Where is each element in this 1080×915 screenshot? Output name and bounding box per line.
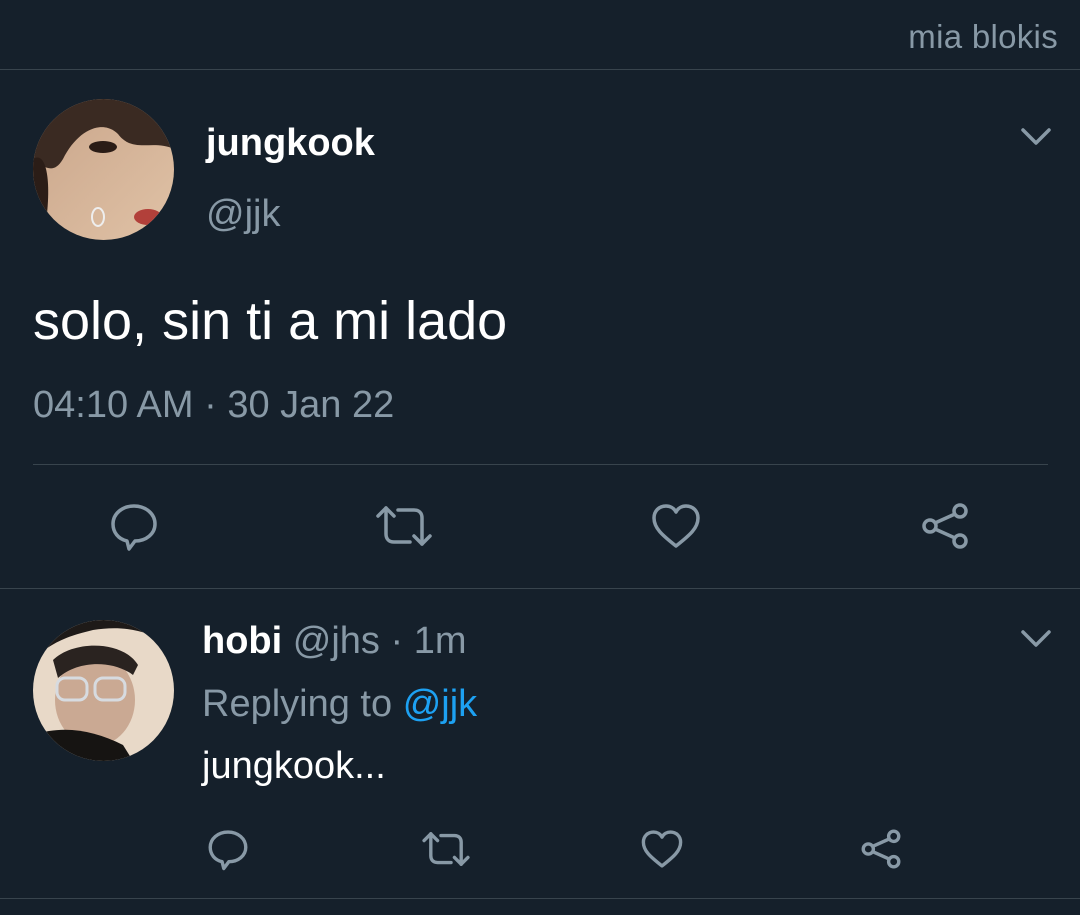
tweet-timestamp: 04:10 AM · 30 Jan 22 (33, 384, 395, 426)
like-icon[interactable] (648, 498, 704, 554)
reply-text: jungkook... (202, 745, 386, 787)
chevron-down-icon[interactable] (1020, 126, 1052, 153)
author-name[interactable]: jungkook (206, 122, 375, 165)
watermark-text: mia blokis (908, 18, 1058, 55)
replying-to-mention[interactable]: @jjk (403, 683, 477, 725)
reply-header: hobi @jhs · 1m (202, 620, 466, 663)
retweet-icon[interactable] (372, 498, 436, 554)
reply-icon[interactable] (106, 498, 162, 554)
section-divider (0, 588, 1080, 589)
bottom-divider (0, 898, 1080, 899)
replying-to-line: Replying to @jjk (202, 683, 477, 726)
tweet-detail-screen: mia blokis jungkook @jjk solo, sin ti a … (0, 0, 1080, 915)
reply-author-handle[interactable]: @jhs (293, 620, 380, 662)
share-icon[interactable] (917, 498, 973, 554)
replying-to-label: Replying to (202, 683, 393, 725)
reply-like-icon[interactable] (639, 826, 685, 872)
reply-share-icon[interactable] (858, 826, 904, 872)
reply-author-name[interactable]: hobi (202, 620, 282, 662)
top-divider (0, 69, 1080, 70)
tweet-divider (33, 464, 1048, 465)
reply-author-avatar[interactable] (33, 620, 174, 761)
author-handle[interactable]: @jjk (206, 193, 280, 236)
author-avatar[interactable] (33, 99, 174, 240)
reply-chevron-down-icon[interactable] (1020, 628, 1052, 655)
reply-retweet-icon[interactable] (419, 826, 473, 872)
tweet-text: solo, sin ti a mi lado (33, 291, 508, 351)
reply-reply-icon[interactable] (205, 826, 251, 872)
reply-time: · 1m (390, 620, 467, 662)
